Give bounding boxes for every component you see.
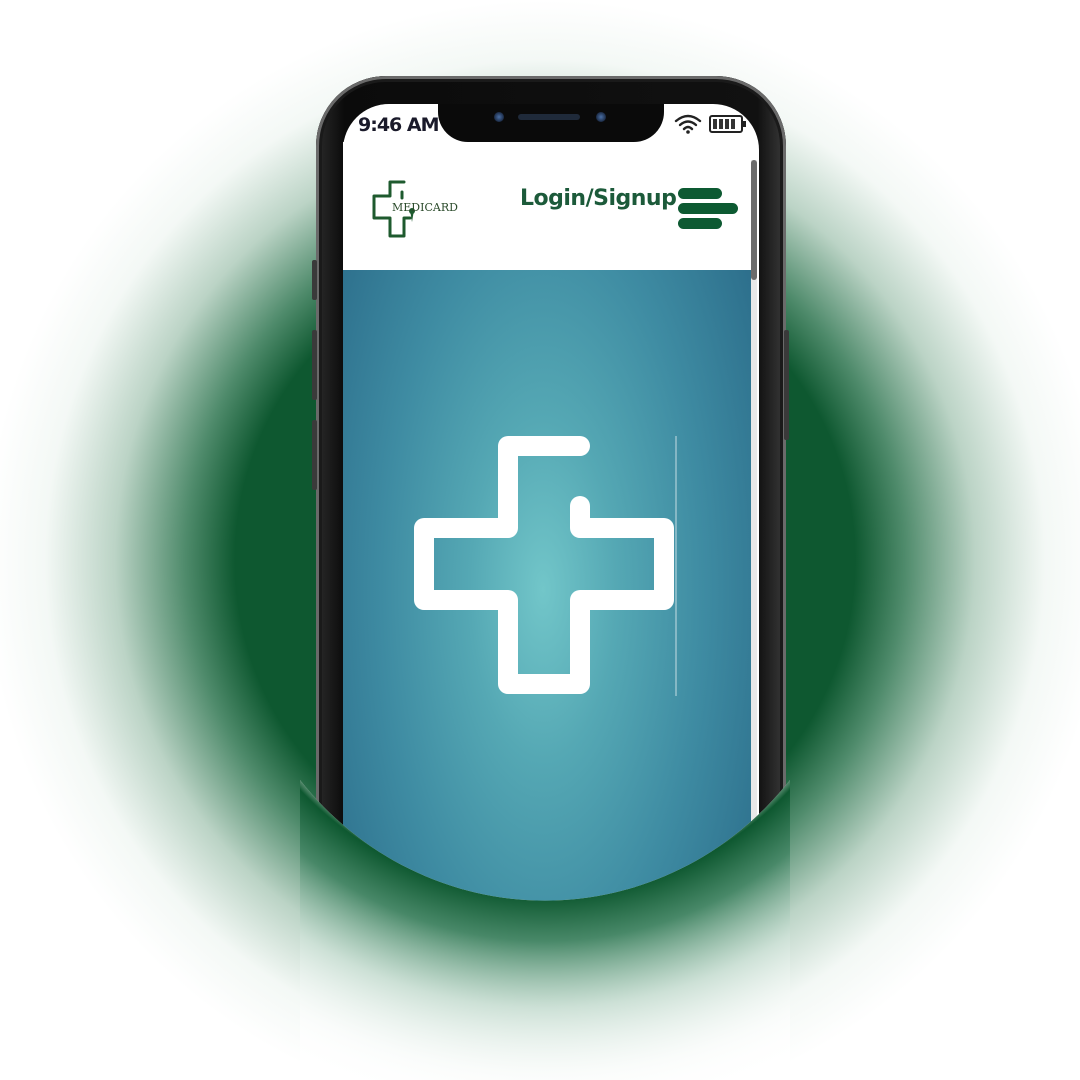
wifi-icon bbox=[674, 114, 702, 134]
medical-cross-icon bbox=[412, 434, 678, 696]
stage: MEDICARD Login/Signup 9:46 AM bbox=[0, 0, 1080, 1080]
divider-line bbox=[675, 436, 677, 696]
side-button bbox=[784, 330, 789, 440]
status-icons bbox=[674, 112, 750, 136]
speaker-grille bbox=[518, 114, 580, 120]
logo-text: MEDICARD bbox=[392, 201, 458, 214]
phone-notch bbox=[438, 104, 664, 142]
login-signup-link[interactable]: Login/Signup bbox=[520, 186, 677, 211]
menu-bar bbox=[678, 203, 738, 214]
hamburger-menu-icon[interactable] bbox=[676, 186, 740, 232]
battery-icon bbox=[709, 115, 746, 133]
side-button bbox=[312, 330, 317, 400]
scrollbar-thumb[interactable] bbox=[751, 160, 757, 280]
menu-bar bbox=[678, 218, 722, 229]
side-button bbox=[312, 420, 317, 490]
menu-bar bbox=[678, 188, 722, 199]
camera-icon bbox=[494, 112, 504, 122]
sensor-icon bbox=[596, 112, 606, 122]
side-button bbox=[312, 260, 317, 300]
status-time: 9:46 AM bbox=[358, 114, 439, 136]
